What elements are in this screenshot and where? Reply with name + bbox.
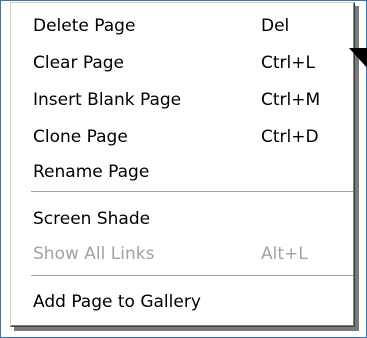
menu-item-label: Add Page to Gallery bbox=[33, 292, 201, 312]
menu-separator bbox=[31, 275, 353, 277]
menu-item-insert-blank-page[interactable]: Insert Blank Page Ctrl+M bbox=[33, 87, 343, 113]
page-context-menu: Delete Page Del Clear Page Ctrl+L Insert… bbox=[10, 2, 355, 327]
menu-item-label: Screen Shade bbox=[33, 209, 151, 229]
menu-item-delete-page[interactable]: Delete Page Del bbox=[33, 13, 343, 39]
menu-item-label: Clone Page bbox=[33, 127, 128, 147]
menu-item-shortcut: Ctrl+M bbox=[261, 90, 321, 110]
menu-item-add-page-to-gallery[interactable]: Add Page to Gallery bbox=[33, 289, 343, 315]
menu-item-shortcut: Alt+L bbox=[261, 244, 308, 264]
menu-separator bbox=[31, 191, 353, 193]
menu-item-clear-page[interactable]: Clear Page Ctrl+L bbox=[33, 50, 343, 76]
menu-item-show-all-links: Show All Links Alt+L bbox=[33, 241, 343, 267]
menu-item-label: Show All Links bbox=[33, 244, 155, 264]
menu-item-label: Clear Page bbox=[33, 53, 125, 73]
menu-item-label: Insert Blank Page bbox=[33, 90, 182, 110]
menu-item-shortcut: Del bbox=[261, 16, 290, 36]
menu-item-rename-page[interactable]: Rename Page bbox=[33, 159, 343, 185]
menu-item-label: Delete Page bbox=[33, 16, 136, 36]
arrow-pointer-icon bbox=[349, 48, 367, 70]
menu-item-label: Rename Page bbox=[33, 162, 150, 182]
menu-item-shortcut: Ctrl+L bbox=[261, 53, 315, 73]
menu-item-shortcut: Ctrl+D bbox=[261, 127, 319, 147]
menu-item-clone-page[interactable]: Clone Page Ctrl+D bbox=[33, 124, 343, 150]
menu-item-screen-shade[interactable]: Screen Shade bbox=[33, 206, 343, 232]
